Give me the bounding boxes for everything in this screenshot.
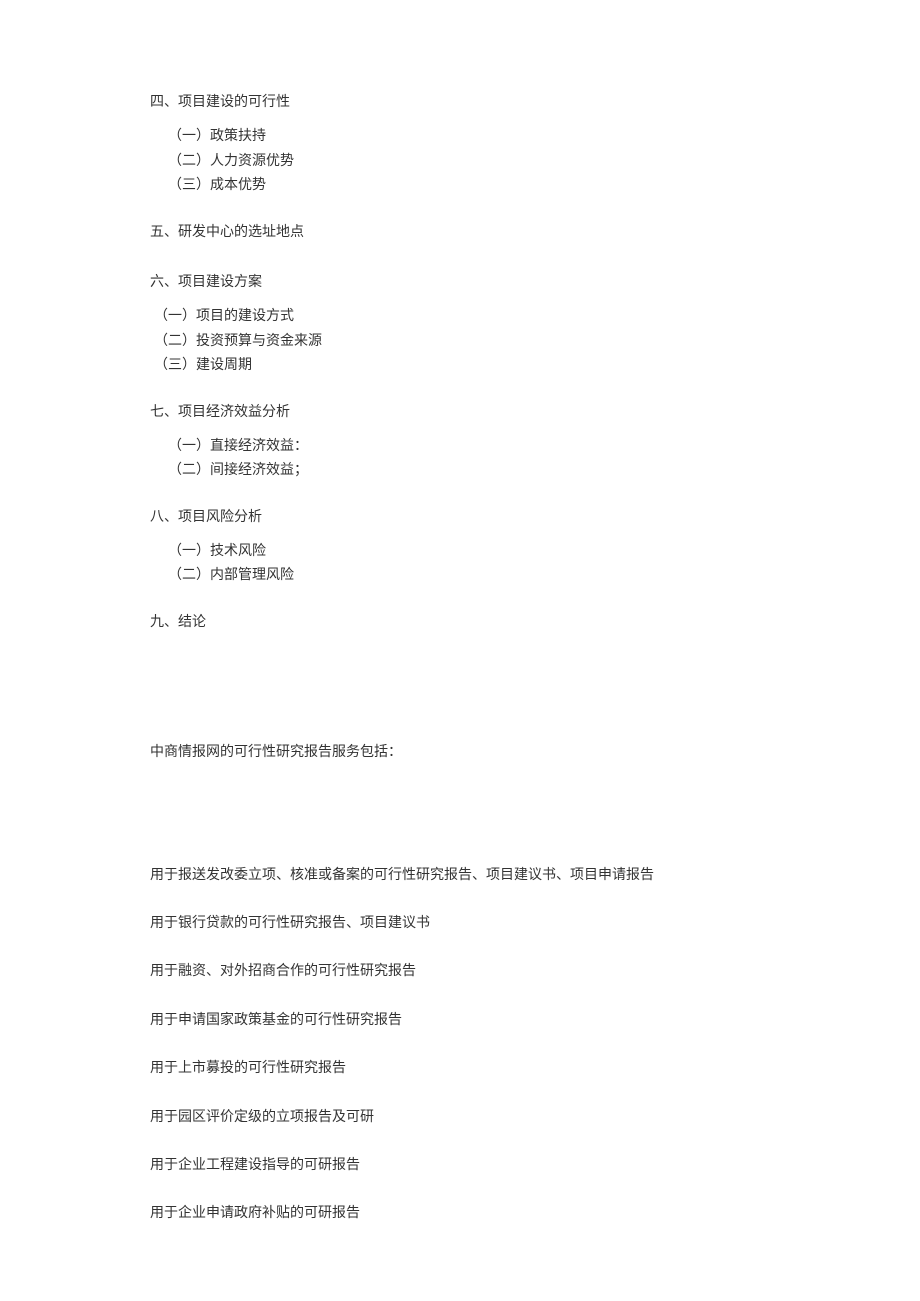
section-9-heading: 九、结论 — [150, 612, 770, 634]
section-7-item: （一）直接经济效益： — [168, 436, 770, 458]
section-8-item: （一）技术风险 — [168, 541, 770, 563]
section-8-heading: 八、项目风险分析 — [150, 507, 770, 529]
service-item: 用于企业工程建设指导的可研报告 — [150, 1155, 770, 1177]
spacer — [150, 642, 770, 742]
section-5-heading: 五、研发中心的选址地点 — [150, 222, 770, 244]
service-item: 用于园区评价定级的立项报告及可研 — [150, 1107, 770, 1129]
section-6-item: （一）项目的建设方式 — [154, 306, 770, 328]
section-8-item: （二）内部管理风险 — [168, 565, 770, 587]
section-4-items: （一）政策扶持 （二）人力资源优势 （三）成本优势 — [168, 126, 770, 197]
section-6-item: （二）投资预算与资金来源 — [154, 331, 770, 353]
section-7-items: （一）直接经济效益： （二）间接经济效益； — [168, 436, 770, 483]
section-4-item: （二）人力资源优势 — [168, 151, 770, 173]
service-item: 用于报送发改委立项、核准或备案的可行性研究报告、项目建议书、项目申请报告 — [150, 865, 770, 887]
service-item: 用于申请国家政策基金的可行性研究报告 — [150, 1010, 770, 1032]
document-content: 四、项目建设的可行性 （一）政策扶持 （二）人力资源优势 （三）成本优势 五、研… — [0, 0, 920, 1226]
section-4-item: （三）成本优势 — [168, 175, 770, 197]
section-7-heading: 七、项目经济效益分析 — [150, 402, 770, 424]
section-6-item: （三）建设周期 — [154, 355, 770, 377]
section-7-item: （二）间接经济效益； — [168, 460, 770, 482]
section-4-item: （一）政策扶持 — [168, 126, 770, 148]
spacer — [150, 765, 770, 865]
service-item: 用于融资、对外招商合作的可行性研究报告 — [150, 961, 770, 983]
service-item: 用于上市募投的可行性研究报告 — [150, 1058, 770, 1080]
services-list: 用于报送发改委立项、核准或备案的可行性研究报告、项目建议书、项目申请报告 用于银… — [150, 865, 770, 1226]
section-6-heading: 六、项目建设方案 — [150, 272, 770, 294]
service-item: 用于银行贷款的可行性研究报告、项目建议书 — [150, 913, 770, 935]
section-8-items: （一）技术风险 （二）内部管理风险 — [168, 541, 770, 588]
section-4-heading: 四、项目建设的可行性 — [150, 92, 770, 114]
section-6-items: （一）项目的建设方式 （二）投资预算与资金来源 （三）建设周期 — [154, 306, 770, 377]
services-intro: 中商情报网的可行性研究报告服务包括： — [150, 742, 770, 764]
spacer — [150, 252, 770, 272]
service-item: 用于企业申请政府补贴的可研报告 — [150, 1203, 770, 1225]
